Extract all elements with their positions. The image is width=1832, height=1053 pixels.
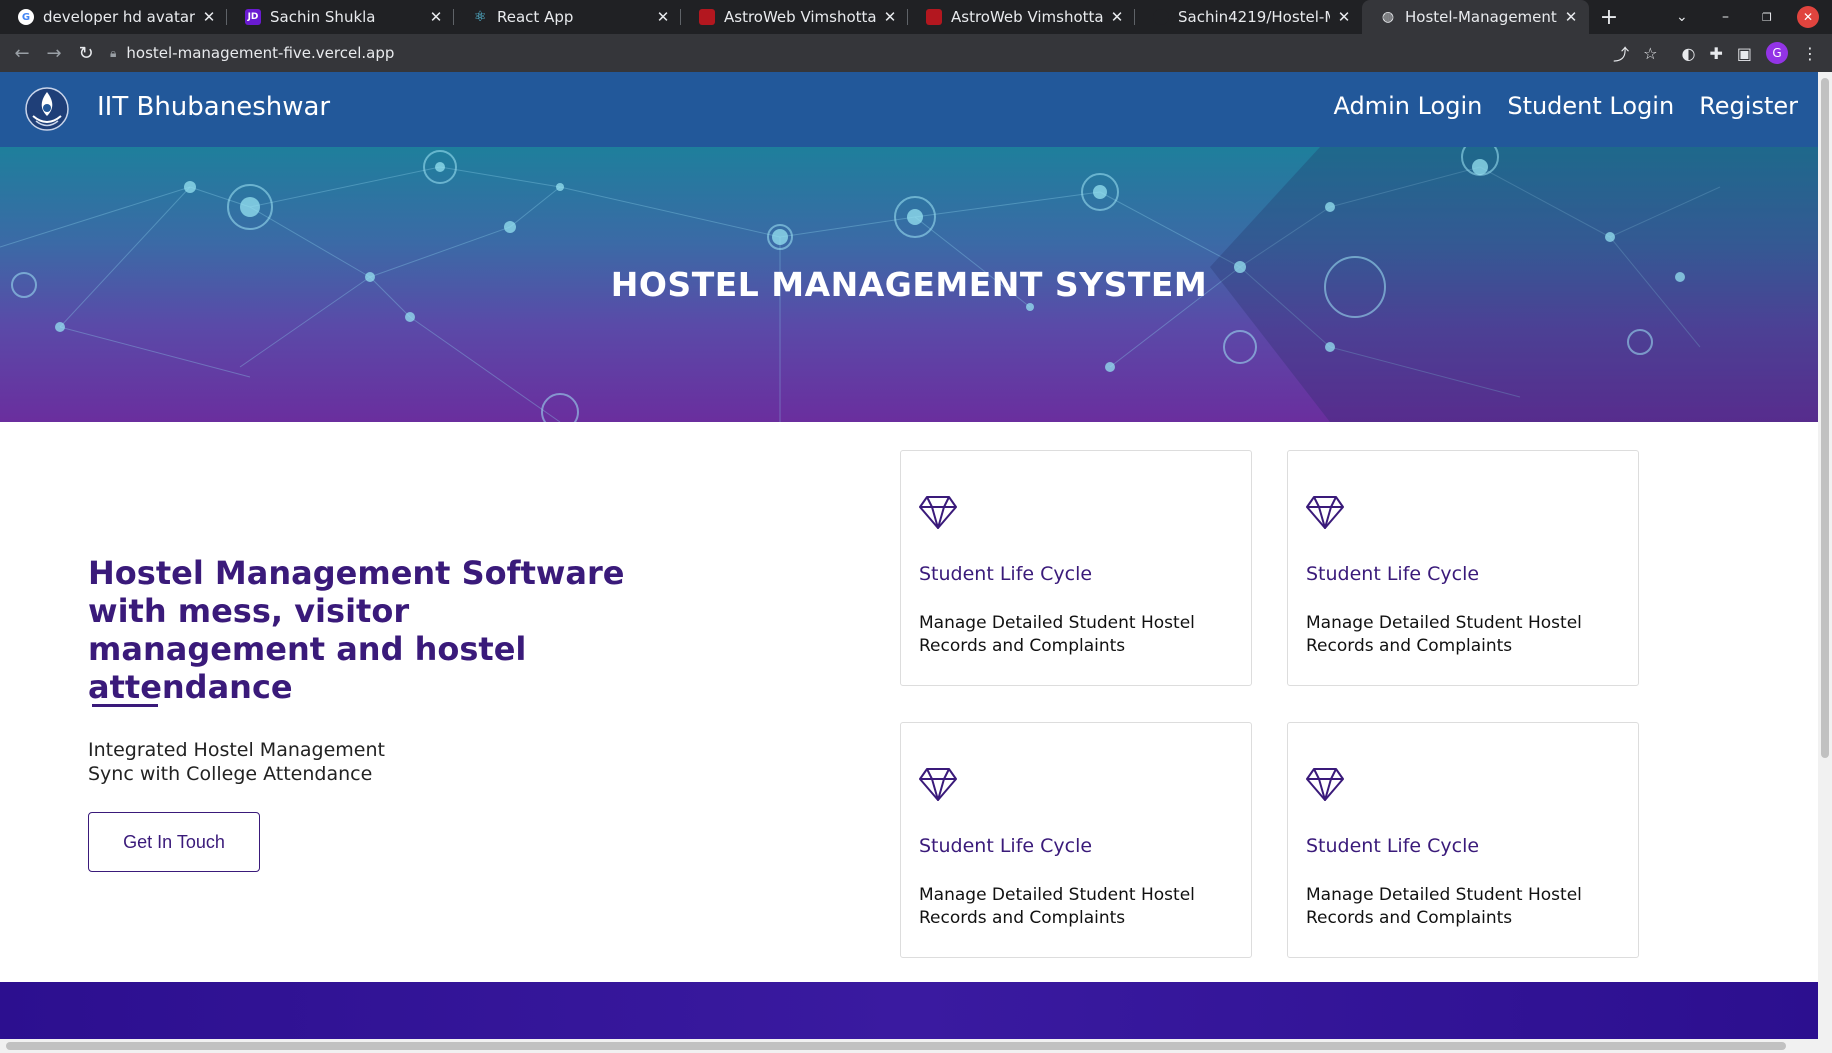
tab-title: AstroWeb Vimshottari D (951, 8, 1103, 26)
close-window-icon[interactable]: ✕ (1797, 0, 1819, 34)
astroweb-icon (926, 9, 942, 25)
close-tab-icon[interactable]: ✕ (428, 8, 444, 26)
avatar[interactable]: G (1766, 42, 1788, 64)
tab-title: Sachin Shukla (270, 8, 376, 26)
globe-icon: ◍ (1381, 9, 1395, 25)
google-icon: G (18, 9, 34, 25)
url-text: hostel-management-five.vercel.app (126, 44, 395, 62)
hero-banner: HOSTEL MANAGEMENT SYSTEM (0, 147, 1818, 422)
register-link[interactable]: Register (1699, 92, 1798, 120)
back-icon[interactable]: ← (6, 37, 38, 69)
intro-subtext: Integrated Hostel Management Sync with C… (88, 738, 385, 786)
menu-kebab-icon[interactable]: ⋮ (1802, 44, 1818, 63)
close-tab-icon[interactable]: ✕ (882, 8, 898, 26)
features-section: Hostel Management Software with mess, vi… (0, 422, 1818, 982)
card-title: Student Life Cycle (1306, 835, 1480, 857)
browser-tab[interactable]: Sachin4219/Hostel-Man ✕ (1135, 0, 1362, 34)
diamond-icon (1306, 768, 1344, 801)
intro-headline: Hostel Management Software with mess, vi… (88, 554, 625, 706)
footer-band (0, 982, 1818, 1039)
browser-tab[interactable]: AstroWeb Vimshottari D ✕ (681, 0, 908, 34)
card-description: Manage Detailed Student Hostel Records a… (1306, 613, 1582, 656)
jd-icon: JD (245, 9, 261, 25)
diamond-icon (919, 768, 957, 801)
subtext-line: Sync with College Attendance (88, 763, 373, 785)
admin-login-link[interactable]: Admin Login (1333, 92, 1482, 120)
nav-links: Admin Login Student Login Register (1333, 92, 1798, 120)
student-login-link[interactable]: Student Login (1507, 92, 1674, 120)
tab-title: AstroWeb Vimshottari D (724, 8, 876, 26)
restore-icon[interactable]: ❐ (1762, 0, 1772, 34)
hero-title: HOSTEL MANAGEMENT SYSTEM (610, 265, 1208, 304)
astroweb-icon (699, 9, 715, 25)
institute-logo-icon (25, 87, 69, 131)
headline-divider (92, 704, 158, 707)
side-panel-icon[interactable]: ▣ (1737, 44, 1752, 63)
lock-icon: 🔒︎ (110, 45, 117, 60)
vertical-scrollbar[interactable] (1818, 72, 1832, 1039)
card-title: Student Life Cycle (919, 563, 1093, 585)
card-title: Student Life Cycle (919, 835, 1093, 857)
close-tab-icon[interactable]: ✕ (1336, 8, 1352, 26)
close-tab-icon[interactable]: ✕ (655, 8, 671, 26)
minimize-icon[interactable]: – (1722, 0, 1729, 34)
browser-tab[interactable]: G developer hd avatar pho ✕ (0, 0, 227, 34)
card-title: Student Life Cycle (1306, 563, 1480, 585)
horizontal-scrollbar[interactable] (0, 1039, 1832, 1053)
feature-card[interactable]: Student Life Cycle Manage Detailed Stude… (900, 722, 1252, 958)
close-tab-icon[interactable]: ✕ (201, 8, 217, 26)
browser-tab[interactable]: JD Sachin Shukla ✕ (227, 0, 454, 34)
tab-title: developer hd avatar pho (43, 8, 195, 26)
address-bar-row: ← → ↻ 🔒︎ hostel-management-five.vercel.a… (0, 34, 1832, 72)
browser-tab-active[interactable]: ◍ Hostel-Management ✕ (1362, 0, 1589, 34)
page-viewport: IIT Bhubaneshwar Admin Login Student Log… (0, 72, 1818, 1039)
tab-search-icon[interactable]: ⌄ (1676, 0, 1688, 34)
bookmark-star-icon[interactable]: ☆ (1643, 44, 1657, 63)
brand-name[interactable]: IIT Bhubaneshwar (97, 92, 330, 122)
extension-icon[interactable]: ◐ (1682, 44, 1696, 63)
diamond-icon (1306, 496, 1344, 529)
feature-card[interactable]: Student Life Cycle Manage Detailed Stude… (1287, 722, 1639, 958)
card-description: Manage Detailed Student Hostel Records a… (919, 613, 1195, 656)
card-description: Manage Detailed Student Hostel Records a… (919, 885, 1195, 928)
share-icon[interactable]: ⤴ (1613, 41, 1629, 65)
browser-tab-strip: G developer hd avatar pho ✕ JD Sachin Sh… (0, 0, 1832, 34)
browser-tab[interactable]: ⚛ React App ✕ (454, 0, 681, 34)
card-description: Manage Detailed Student Hostel Records a… (1306, 885, 1582, 928)
close-tab-icon[interactable]: ✕ (1563, 8, 1579, 26)
close-tab-icon[interactable]: ✕ (1109, 8, 1125, 26)
diamond-icon (919, 496, 957, 529)
forward-icon[interactable]: → (38, 37, 70, 69)
get-in-touch-button[interactable]: Get In Touch (88, 812, 260, 872)
tab-title: Hostel-Management (1405, 8, 1557, 26)
feature-card[interactable]: Student Life Cycle Manage Detailed Stude… (900, 450, 1252, 686)
url-field[interactable]: 🔒︎ hostel-management-five.vercel.app (110, 39, 1590, 67)
subtext-line: Integrated Hostel Management (88, 739, 385, 761)
tab-title: Sachin4219/Hostel-Man (1178, 8, 1330, 26)
github-icon (1153, 9, 1169, 25)
puzzle-icon[interactable]: ✚ (1709, 44, 1722, 63)
feature-card[interactable]: Student Life Cycle Manage Detailed Stude… (1287, 450, 1639, 686)
react-icon: ⚛ (473, 9, 487, 25)
reload-icon[interactable]: ↻ (70, 37, 102, 69)
new-tab-button[interactable]: + (1589, 0, 1629, 34)
browser-tab[interactable]: AstroWeb Vimshottari D ✕ (908, 0, 1135, 34)
site-navbar: IIT Bhubaneshwar Admin Login Student Log… (0, 72, 1818, 147)
tab-title: React App (497, 8, 574, 26)
